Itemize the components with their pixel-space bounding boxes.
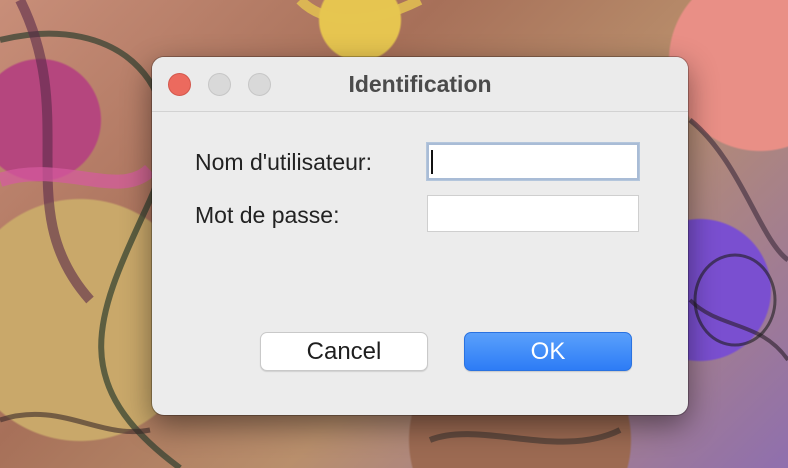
title-bar[interactable]: Identification xyxy=(152,57,688,112)
dialog-title: Identification xyxy=(348,71,492,97)
password-label: Mot de passe: xyxy=(195,202,340,228)
cancel-button[interactable]: Cancel xyxy=(260,332,428,371)
password-field[interactable] xyxy=(427,195,639,232)
username-label: Nom d'utilisateur: xyxy=(195,149,372,175)
text-caret xyxy=(431,150,433,174)
ok-button[interactable]: OK xyxy=(464,332,632,371)
identification-dialog: Identification Nom d'utilisateur: Mot de… xyxy=(152,57,688,415)
username-field[interactable] xyxy=(427,143,639,180)
